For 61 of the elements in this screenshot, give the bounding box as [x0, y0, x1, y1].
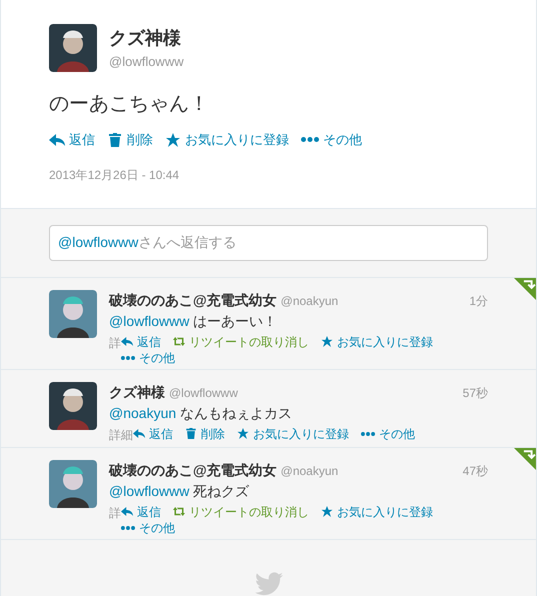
reply-icon — [133, 428, 145, 440]
avatar-icon — [49, 290, 97, 338]
author-name[interactable]: 破壊ののあこ@充電式幼女 — [109, 460, 277, 481]
star-icon — [165, 132, 181, 147]
retweet-icon — [173, 506, 185, 518]
star-icon — [321, 506, 333, 518]
reply-link[interactable]: 返信 — [49, 130, 95, 150]
tweet-time[interactable]: 47秒 — [462, 462, 488, 480]
reply-icon — [121, 336, 133, 347]
reply-link[interactable]: 返信 — [133, 426, 173, 442]
bird-icon — [254, 572, 282, 596]
author-handle[interactable]: @lowflowww — [109, 52, 184, 72]
reply-text: @noakyun なんもねぇよカス — [109, 404, 294, 423]
reply-item[interactable]: クズ神様 @lowflowww 57秒 @noakyun なんもねぇよカス 詳細 返信 削除 お気に入りに登録 その他 — [1, 370, 536, 448]
avatar-icon — [49, 382, 97, 430]
tweet-time[interactable]: 57秒 — [462, 384, 488, 402]
more-icon — [301, 137, 319, 142]
reply-item[interactable]: 破壊ののあこ@充電式幼女 @noakyun 1分 @lowflowww はーあーい！ 詳 返信 リツイートの取り消し お気に入りに登録 その他 — [1, 278, 536, 370]
trash-icon — [185, 428, 197, 440]
more-icon — [121, 526, 135, 530]
author-name[interactable]: クズ神様 — [109, 24, 184, 52]
tweet-time[interactable]: 1分 — [469, 292, 488, 310]
avatar-icon — [49, 460, 97, 508]
favorite-link[interactable]: お気に入りに登録 — [165, 130, 289, 150]
star-icon — [237, 428, 249, 440]
more-link[interactable]: その他 — [121, 520, 175, 536]
author-name[interactable]: 破壊ののあこ@充電式幼女 — [109, 290, 277, 310]
mention-link[interactable]: @noakyun — [109, 404, 176, 421]
reply-text: @lowflowww 死ねクズ — [109, 482, 250, 501]
more-link[interactable]: その他 — [301, 130, 362, 150]
details-link[interactable]: 詳 — [109, 504, 121, 522]
avatar-icon — [49, 24, 97, 72]
delete-link[interactable]: 削除 — [107, 130, 153, 150]
retweet-icon — [173, 336, 185, 347]
more-icon — [121, 356, 135, 360]
details-link[interactable]: 詳 — [109, 334, 121, 352]
tweet-text: のーあこちゃん！ — [49, 90, 210, 117]
mention-link[interactable]: @lowflowww — [109, 482, 190, 499]
reply-link[interactable]: 返信 — [121, 334, 161, 350]
author-handle[interactable]: @noakyun — [280, 462, 338, 480]
author-handle[interactable]: @noakyun — [280, 292, 338, 310]
favorite-link[interactable]: お気に入りに登録 — [321, 334, 433, 350]
reply-icon — [121, 506, 133, 518]
author-handle[interactable]: @lowflowww — [169, 384, 238, 402]
reply-field[interactable]: @lowflowwwさんへ返信する — [49, 224, 488, 260]
timestamp[interactable]: 2013年12月26日 - 10:44 — [49, 166, 488, 184]
reply-text: @lowflowww はーあーい！ — [109, 312, 278, 330]
favorite-link[interactable]: お気に入りに登録 — [321, 504, 433, 520]
reply-icon — [49, 132, 65, 147]
author-name[interactable]: クズ神様 — [109, 382, 165, 403]
more-link[interactable]: その他 — [361, 426, 415, 442]
mention-link[interactable]: @lowflowww — [109, 312, 190, 328]
trash-icon — [107, 132, 123, 147]
more-icon — [361, 432, 375, 436]
favorite-link[interactable]: お気に入りに登録 — [237, 426, 349, 442]
details-link[interactable]: 詳細 — [109, 426, 133, 444]
reply-link[interactable]: 返信 — [121, 504, 161, 520]
more-link[interactable]: その他 — [121, 350, 175, 366]
reply-item[interactable]: 破壊ののあこ@充電式幼女 @noakyun 47秒 @lowflowww 死ねクズ 詳 返信 リツイートの取り消し お気に入りに登録 その他 — [1, 448, 536, 540]
delete-link[interactable]: 削除 — [185, 426, 225, 442]
star-icon — [321, 336, 333, 347]
